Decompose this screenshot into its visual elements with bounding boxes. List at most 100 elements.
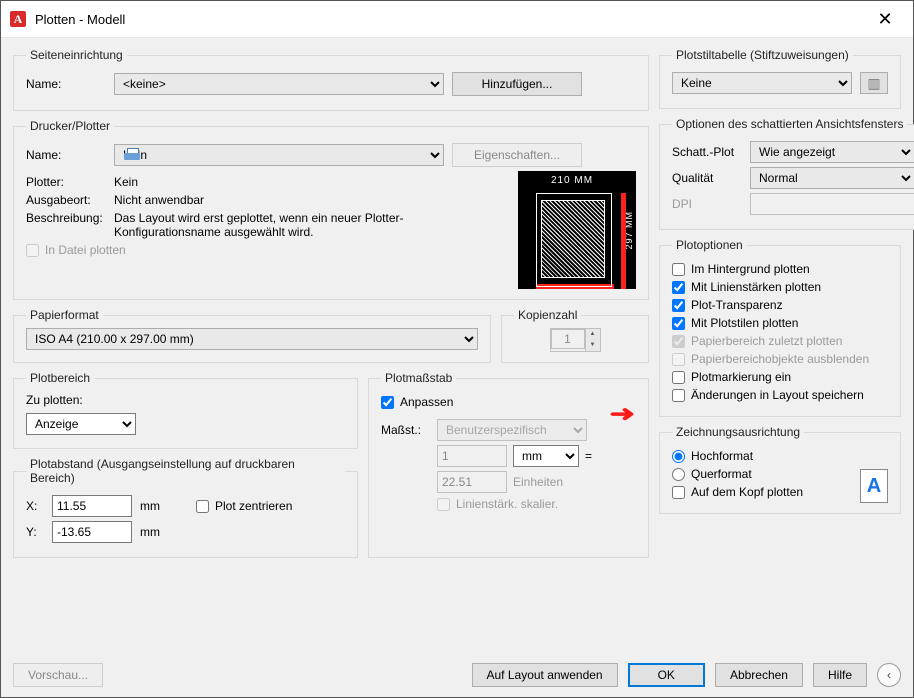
offset-y-unit: mm <box>140 525 160 539</box>
output-location-value: Nicht anwendbar <box>114 193 204 207</box>
cancel-button[interactable]: Abbrechen <box>715 663 803 687</box>
page-setup-name-label: Name: <box>26 77 106 91</box>
preview-button[interactable]: Vorschau... <box>13 663 103 687</box>
what-to-plot-select[interactable]: Anzeige <box>26 413 136 435</box>
plot-style-table-group: Plotstiltabelle (Stiftzuweisungen) Keine… <box>659 48 901 109</box>
what-to-plot-label: Zu plotten: <box>26 393 345 407</box>
orientation-landscape-label: Querformat <box>691 467 752 481</box>
copies-spinner-arrows[interactable]: ▲▼ <box>585 329 600 351</box>
paper-format-legend: Papierformat <box>26 308 103 322</box>
plot-to-file-checkbox[interactable] <box>26 244 39 257</box>
opt-plot-styles-checkbox[interactable] <box>672 317 685 330</box>
plot-area-legend: Plotbereich <box>26 371 94 385</box>
opt-transparency-checkbox[interactable] <box>672 299 685 312</box>
description-value: Das Layout wird erst geplottet, wenn ein… <box>114 211 510 239</box>
orientation-upside-label: Auf dem Kopf plotten <box>691 485 803 499</box>
printer-group: Drucker/Plotter Name: Kein Eigenschaften… <box>13 119 649 300</box>
scale-select[interactable]: Benutzerspezifisch <box>437 419 587 441</box>
plot-options-group: Plotoptionen Im Hintergrund plotten Mit … <box>659 238 901 417</box>
orientation-landscape-radio[interactable] <box>672 468 685 481</box>
dpi-input[interactable] <box>750 193 914 215</box>
copies-spinner[interactable]: ▲▼ <box>550 328 601 352</box>
printer-legend: Drucker/Plotter <box>26 119 114 133</box>
dialog-content: Seiteneinrichtung Name: <keine> Hinzufüg… <box>1 38 913 697</box>
plotter-name-value: Kein <box>114 175 138 189</box>
plot-scale-legend: Plotmaßstab <box>381 371 456 385</box>
orientation-legend: Zeichnungsausrichtung <box>672 425 804 439</box>
opt-lineweights-checkbox[interactable] <box>672 281 685 294</box>
scale-units-label: Einheiten <box>513 475 563 489</box>
opt-plot-stamp-checkbox[interactable] <box>672 371 685 384</box>
fit-to-paper-label: Anpassen <box>400 395 453 409</box>
opt-lineweights-label: Mit Linienstärken plotten <box>691 280 821 294</box>
opt-save-layout-label: Änderungen in Layout speichern <box>691 388 864 402</box>
shade-plot-select[interactable]: Wie angezeigt <box>750 141 914 163</box>
window-title: Plotten - Modell <box>35 12 865 27</box>
page-setup-add-button[interactable]: Hinzufügen... <box>452 72 582 96</box>
opt-plot-stamp-label: Plotmarkierung ein <box>691 370 791 384</box>
shaded-viewport-legend: Optionen des schattierten Ansichtsfenste… <box>672 117 907 131</box>
page-setup-name-select[interactable]: <keine> <box>114 73 444 95</box>
scale-unit-select[interactable]: mm <box>513 445 579 467</box>
autocad-app-icon: A <box>9 10 27 28</box>
collapse-options-button[interactable]: ‹ <box>877 663 901 687</box>
offset-y-label: Y: <box>26 525 44 539</box>
paper-format-group: Papierformat ISO A4 (210.00 x 297.00 mm) <box>13 308 491 363</box>
paper-preview: 210 MM 297 MM <box>518 171 636 289</box>
opt-plot-styles-label: Mit Plotstilen plotten <box>691 316 798 330</box>
printer-name-select[interactable]: Kein <box>114 144 444 166</box>
chevron-left-icon: ‹ <box>887 668 891 682</box>
scale-lineweights-checkbox[interactable] <box>437 498 450 511</box>
plot-offset-group: Plotabstand (Ausgangseinstellung auf dru… <box>13 457 358 558</box>
page-setup-group: Seiteneinrichtung Name: <keine> Hinzufüg… <box>13 48 649 111</box>
shade-plot-label: Schatt.-Plot <box>672 145 742 159</box>
opt-paper-last-checkbox[interactable] <box>672 335 685 348</box>
printer-properties-button[interactable]: Eigenschaften... <box>452 143 582 167</box>
plot-style-table-legend: Plotstiltabelle (Stiftzuweisungen) <box>672 48 853 62</box>
orientation-portrait-label: Hochformat <box>691 449 753 463</box>
opt-background-checkbox[interactable] <box>672 263 685 276</box>
opt-hide-paper-checkbox[interactable] <box>672 353 685 366</box>
ok-button[interactable]: OK <box>628 663 705 687</box>
help-button[interactable]: Hilfe <box>813 663 867 687</box>
quality-label: Qualität <box>672 171 742 185</box>
opt-paper-last-label: Papierbereich zuletzt plotten <box>691 334 842 348</box>
apply-layout-button[interactable]: Auf Layout anwenden <box>472 663 618 687</box>
close-icon[interactable]: ✕ <box>865 9 905 30</box>
plot-style-table-select[interactable]: Keine <box>672 72 852 94</box>
dpi-label: DPI <box>672 197 742 211</box>
offset-x-label: X: <box>26 499 44 513</box>
copies-legend: Kopienzahl <box>514 308 581 322</box>
scale-numerator-input[interactable] <box>437 445 507 467</box>
plot-dialog: A Plotten - Modell ✕ Seiteneinrichtung N… <box>0 0 914 698</box>
orientation-group: Zeichnungsausrichtung Hochformat Querfor… <box>659 425 901 514</box>
plot-options-legend: Plotoptionen <box>672 238 747 252</box>
output-location-label: Ausgabeort: <box>26 193 106 207</box>
copies-group: Kopienzahl ▲▼ <box>501 308 649 363</box>
scale-units-input[interactable] <box>437 471 507 493</box>
svg-text:A: A <box>14 12 23 26</box>
opt-save-layout-checkbox[interactable] <box>672 389 685 402</box>
opt-hide-paper-label: Papierbereichobjekte ausblenden <box>691 352 869 366</box>
opt-transparency-label: Plot-Transparenz <box>691 298 783 312</box>
center-plot-checkbox[interactable] <box>196 500 209 513</box>
orientation-upside-checkbox[interactable] <box>672 486 685 499</box>
plot-offset-legend: Plotabstand (Ausgangseinstellung auf dru… <box>26 457 345 485</box>
page-setup-legend: Seiteneinrichtung <box>26 48 127 62</box>
paper-format-select[interactable]: ISO A4 (210.00 x 297.00 mm) <box>26 328 478 350</box>
plot-to-file-label: In Datei plotten <box>45 243 126 257</box>
offset-y-input[interactable] <box>52 521 132 543</box>
edit-plot-style-button[interactable]: ▥ <box>860 72 888 94</box>
titlebar: A Plotten - Modell ✕ <box>1 1 913 38</box>
orientation-portrait-radio[interactable] <box>672 450 685 463</box>
fit-to-paper-checkbox[interactable] <box>381 396 394 409</box>
copies-value[interactable] <box>551 329 585 349</box>
shaded-viewport-group: Optionen des schattierten Ansichtsfenste… <box>659 117 914 230</box>
plotter-name-label: Plotter: <box>26 175 106 189</box>
offset-x-input[interactable] <box>52 495 132 517</box>
quality-select[interactable]: Normal <box>750 167 914 189</box>
scale-lineweights-label: Linienstärk. skalier. <box>456 497 558 511</box>
offset-x-unit: mm <box>140 499 160 513</box>
edit-plot-style-icon: ▥ <box>867 75 880 92</box>
paper-preview-width-label: 210 MM <box>518 175 626 186</box>
